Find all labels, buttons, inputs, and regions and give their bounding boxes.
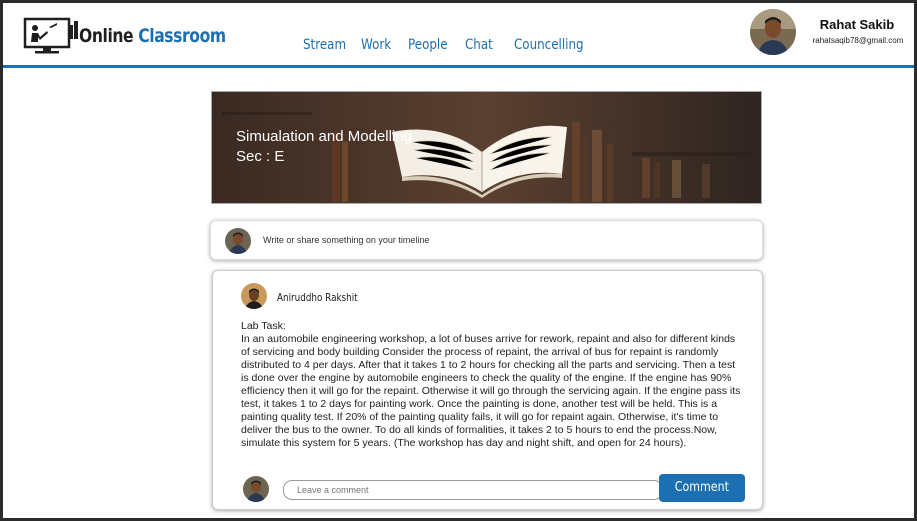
comment-button-label: Comment (674, 480, 730, 495)
book-banner-image (212, 92, 761, 203)
header-divider (3, 65, 914, 68)
post-body: In an automobile engineering workshop, a… (241, 333, 741, 449)
comment-input[interactable] (283, 480, 663, 500)
user-email: rahatsaqib78@gmail.com (812, 36, 904, 45)
commenter-avatar (243, 476, 269, 502)
nav-people[interactable]: People (408, 37, 448, 53)
course-section: Sec : E (236, 148, 285, 165)
nav-stream[interactable]: Stream (303, 37, 346, 53)
post-author: Aniruddho Rakshit (277, 291, 358, 304)
post-label: Lab Task: (241, 320, 286, 332)
share-placeholder[interactable]: Write or share something on your timelin… (263, 235, 429, 245)
nav-councelling[interactable]: Councelling (514, 37, 584, 53)
course-title: Simualation and Modelling (236, 128, 412, 145)
app-window: Online Classroom Stream Work People Chat… (3, 3, 914, 518)
brand-word-online: Online (79, 25, 134, 47)
comment-button[interactable]: Comment (659, 474, 745, 502)
share-box[interactable]: Write or share something on your timelin… (210, 220, 763, 260)
share-avatar (225, 228, 251, 254)
nav-chat[interactable]: Chat (465, 37, 493, 53)
user-name: Rahat Sakib (819, 17, 895, 32)
post-card: Aniruddho Rakshit Lab Task: In an automo… (212, 270, 763, 510)
nav-work[interactable]: Work (361, 37, 391, 53)
user-avatar[interactable] (750, 9, 796, 55)
author-avatar (241, 283, 267, 309)
top-header: Online Classroom Stream Work People Chat… (3, 3, 914, 68)
course-banner: Simualation and Modelling Sec : E (211, 91, 762, 204)
brand-title: Online Classroom (79, 25, 226, 47)
brand-word-classroom: Classroom (138, 25, 226, 47)
classroom-logo-icon (23, 17, 78, 54)
